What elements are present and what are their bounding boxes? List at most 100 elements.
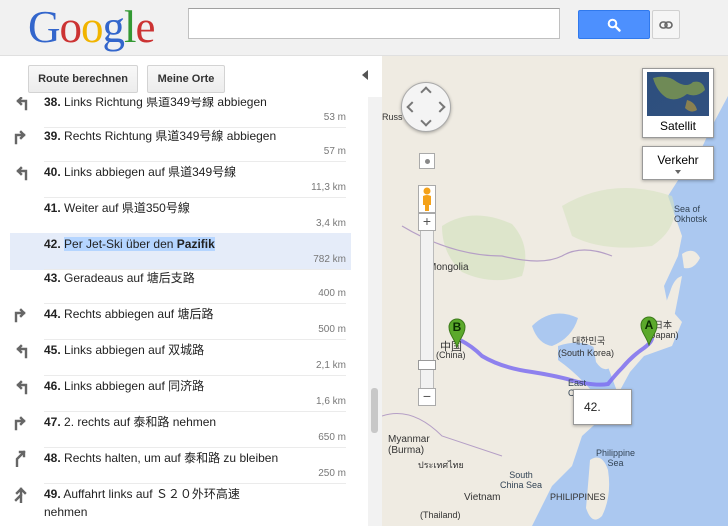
step-text: 38. Links Richtung 県道349号線 abbiegen bbox=[44, 97, 344, 111]
step-instruction: Links Richtung 県道349号線 abbiegen bbox=[64, 97, 267, 109]
zoom-out-button[interactable]: − bbox=[418, 388, 436, 406]
label-china: (China) bbox=[436, 350, 466, 360]
marker-a[interactable]: A bbox=[640, 316, 658, 347]
marker-b-letter: B bbox=[452, 320, 462, 334]
chevron-down-icon bbox=[675, 170, 681, 174]
step-text: 43. Geradeaus auf 塘后支路 bbox=[44, 269, 344, 287]
label-thailand: (Thailand) bbox=[420, 510, 461, 520]
traffic-label: Verkehr bbox=[657, 153, 699, 167]
step-distance: 1,6 km bbox=[44, 395, 346, 412]
step-instruction: Links abbiegen auf 同济路 bbox=[64, 379, 205, 393]
step-text: 47. 2. rechts auf 泰和路 nehmen bbox=[44, 413, 344, 431]
location-button[interactable] bbox=[419, 153, 435, 169]
turn-right-icon bbox=[14, 130, 26, 145]
step-number: 48. bbox=[44, 451, 61, 465]
turn-left-icon bbox=[16, 344, 28, 359]
step-instruction-line2: nehmen bbox=[44, 505, 88, 519]
satellite-thumbnail bbox=[647, 72, 709, 116]
step-instruction: Links abbiegen auf 県道349号線 bbox=[64, 165, 237, 179]
pegman-icon[interactable] bbox=[418, 185, 436, 213]
logo-letter: g bbox=[102, 2, 125, 52]
scrollbar-thumb[interactable] bbox=[371, 388, 378, 433]
step-distance: 57 m bbox=[44, 145, 346, 162]
step-text: 45. Links abbiegen auf 双城路 bbox=[44, 341, 344, 359]
step-number: 39. bbox=[44, 129, 61, 143]
label-myanmar: Myanmar (Burma) bbox=[388, 434, 430, 456]
my-places-button[interactable]: Meine Orte bbox=[147, 65, 225, 93]
top-bar: Google bbox=[0, 0, 728, 56]
step-number: 46. bbox=[44, 379, 61, 393]
label-thailand-native: ประเทศไทย bbox=[418, 460, 464, 470]
turn-ramp-left-icon bbox=[14, 487, 27, 503]
step-distance: 2,1 km bbox=[44, 359, 346, 376]
step-distance: 782 km bbox=[44, 253, 346, 270]
step-distance: 3,4 km bbox=[44, 217, 346, 234]
hokkaido bbox=[682, 250, 700, 269]
step-number: 38. bbox=[44, 97, 61, 109]
dot-icon bbox=[425, 159, 430, 164]
search-button[interactable] bbox=[578, 10, 650, 39]
search-input[interactable] bbox=[188, 8, 560, 39]
step-text: 40. Links abbiegen auf 県道349号線 bbox=[44, 163, 344, 181]
logo-letter: o bbox=[81, 2, 103, 52]
step-distance: 53 m bbox=[44, 111, 346, 128]
turn-left-icon bbox=[16, 166, 28, 181]
magnifier-icon bbox=[607, 18, 621, 32]
turn-right-icon bbox=[14, 308, 26, 323]
step-number: 43. bbox=[44, 271, 61, 285]
logo-letter: o bbox=[59, 2, 82, 52]
panel-scrollbar[interactable] bbox=[368, 97, 382, 526]
pan-up-icon[interactable] bbox=[420, 86, 432, 98]
traffic-button[interactable]: Verkehr bbox=[642, 146, 714, 180]
step-instruction: Weiter auf 県道350号線 bbox=[64, 201, 190, 215]
label-philippine-sea: Philippine Sea bbox=[596, 448, 636, 468]
step-text: 39. Rechts Richtung 県道349号線 abbiegen bbox=[44, 127, 344, 145]
turn-left-icon bbox=[16, 97, 28, 111]
turn-slight-right-icon bbox=[15, 450, 26, 467]
pan-right-icon[interactable] bbox=[434, 101, 446, 113]
route-button[interactable]: Route berechnen bbox=[28, 65, 138, 93]
pan-control[interactable] bbox=[401, 82, 451, 132]
step-number: 40. bbox=[44, 165, 61, 179]
step-instruction: Auffahrt links auf Ｓ２０外环高速 bbox=[63, 487, 240, 501]
step-number: 42. bbox=[44, 237, 61, 251]
label-sea-okhotsk: Sea of Okhotsk bbox=[674, 204, 708, 224]
turn-left-icon bbox=[16, 380, 28, 395]
turn-right-icon bbox=[14, 416, 26, 431]
step-distance: 11,3 km bbox=[44, 181, 346, 198]
link-button[interactable] bbox=[652, 10, 680, 39]
label-south-china-sea: South China Sea bbox=[500, 470, 543, 490]
marker-a-letter: A bbox=[644, 318, 654, 332]
marker-b[interactable]: B bbox=[448, 318, 466, 349]
directions-panel: 38. Links Richtung 県道349号線 abbiegen 53 m3… bbox=[0, 97, 368, 526]
zoom-slider-handle[interactable] bbox=[418, 360, 436, 370]
step-text: 48. Rechts halten, um auf 泰和路 zu bleiben bbox=[44, 449, 344, 467]
zoom-in-button[interactable]: + bbox=[418, 213, 436, 231]
step-number: 41. bbox=[44, 201, 61, 215]
pan-down-icon[interactable] bbox=[420, 115, 432, 127]
satellite-label: Satellit bbox=[659, 119, 697, 133]
label-mongolia: Mongolia bbox=[428, 262, 469, 273]
step-distance: 650 m bbox=[44, 431, 346, 448]
label-vietnam: Vietnam bbox=[464, 492, 501, 503]
label-russia: Russ bbox=[382, 112, 403, 122]
step-instruction-bold: Pazifik bbox=[176, 237, 215, 251]
satellite-button[interactable]: Satellit bbox=[642, 68, 714, 138]
left-toolbar: Route berechnen Meine Orte bbox=[0, 57, 382, 97]
step-distance: 400 m bbox=[44, 287, 346, 304]
step-instruction: Links abbiegen auf 双城路 bbox=[64, 343, 205, 357]
step-callout: 42. bbox=[573, 389, 632, 425]
step-instruction: Per Jet-Ski über den bbox=[64, 237, 177, 251]
google-logo[interactable]: Google bbox=[28, 4, 155, 50]
label-philippines: PHILIPPINES bbox=[550, 492, 606, 502]
step-instruction: Rechts abbiegen auf 塘后路 bbox=[64, 307, 214, 321]
logo-letter: G bbox=[28, 2, 60, 52]
step-instruction: Rechts Richtung 県道349号線 abbiegen bbox=[64, 129, 277, 143]
step-text: 41. Weiter auf 県道350号線 bbox=[44, 199, 344, 217]
step-text: 42. Per Jet-Ski über den Pazifik bbox=[44, 235, 344, 253]
step-text: 49. Auffahrt links auf Ｓ２０外环高速 nehmen bbox=[44, 485, 344, 521]
logo-letter: e bbox=[135, 2, 156, 52]
pan-left-icon[interactable] bbox=[406, 101, 418, 113]
step-instruction: Geradeaus auf 塘后支路 bbox=[64, 271, 195, 285]
collapse-panel-icon[interactable] bbox=[362, 70, 368, 80]
